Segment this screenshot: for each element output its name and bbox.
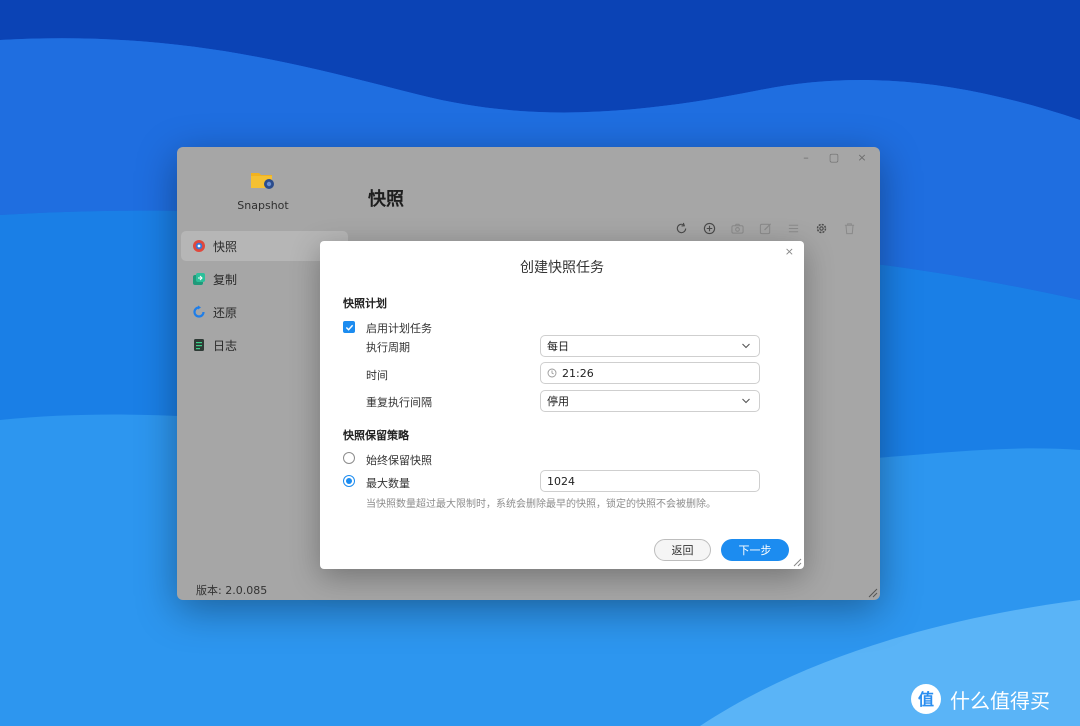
sidebar-item-label: 复制 (213, 272, 238, 287)
retention-section-heading: 快照保留策略 (343, 429, 409, 442)
delete-icon[interactable] (838, 219, 860, 237)
max-count-radio[interactable] (343, 475, 355, 487)
sidebar-item-label: 还原 (213, 305, 238, 320)
sidebar-item-label: 日志 (213, 338, 238, 353)
sidebar-item-label: 快照 (213, 239, 238, 254)
max-count-label: 最大数量 (366, 477, 410, 490)
back-button[interactable]: 返回 (654, 539, 711, 561)
window-controls: – ▢ × (798, 151, 870, 165)
list-icon[interactable] (782, 219, 804, 237)
time-input[interactable]: 21:26 (540, 362, 760, 384)
settings-icon[interactable] (810, 219, 832, 237)
snapshot-app-logo-icon (251, 173, 274, 189)
version-label: 版本: 2.0.085 (196, 584, 268, 597)
keep-always-label: 始终保留快照 (366, 454, 432, 467)
watermark-text: 什么值得买 (950, 688, 1050, 713)
time-label: 时间 (366, 369, 388, 382)
snapshot-icon (191, 238, 207, 254)
dialog-resize-grip-icon[interactable] (792, 557, 802, 567)
repeat-interval-label: 重复执行间隔 (366, 396, 432, 409)
schedule-section-heading: 快照计划 (343, 297, 387, 310)
app-name: Snapshot (237, 199, 289, 212)
page-title: 快照 (368, 189, 404, 210)
period-label: 执行周期 (366, 341, 410, 354)
maximize-button[interactable]: ▢ (826, 151, 842, 165)
log-icon (191, 337, 207, 353)
repeat-interval-value: 停用 (547, 395, 569, 408)
repeat-interval-select[interactable]: 停用 (540, 390, 760, 412)
clock-icon (547, 368, 557, 378)
max-count-value: 1024 (547, 474, 575, 488)
check-icon (345, 324, 353, 331)
watermark-logo-icon: 值 (911, 684, 941, 714)
replicate-icon (191, 271, 207, 287)
close-window-button[interactable]: × (854, 151, 870, 165)
watermark-badge: 值 (918, 690, 934, 709)
period-value: 每日 (547, 340, 569, 353)
max-count-input[interactable]: 1024 (540, 470, 760, 492)
time-value: 21:26 (562, 366, 594, 380)
enable-schedule-label: 启用计划任务 (366, 322, 432, 335)
period-select[interactable]: 每日 (540, 335, 760, 357)
retention-hint: 当快照数量超过最大限制时，系统会删除最早的快照，锁定的快照不会被删除。 (366, 499, 716, 510)
keep-always-radio[interactable] (343, 452, 355, 464)
edit-icon[interactable] (754, 219, 776, 237)
create-snapshot-task-dialog: × 创建快照任务 快照计划 启用计划任务 执行周期 每日 时间 21:26 重复… (320, 241, 804, 569)
toolbar (670, 219, 860, 237)
restore-icon (191, 304, 207, 320)
chevron-down-icon (742, 398, 750, 404)
add-icon[interactable] (698, 219, 720, 237)
next-button[interactable]: 下一步 (721, 539, 789, 561)
dialog-title: 创建快照任务 (520, 260, 604, 276)
refresh-icon[interactable] (670, 219, 692, 237)
resize-grip-icon[interactable] (866, 586, 878, 598)
chevron-down-icon (742, 343, 750, 349)
minimize-button[interactable]: – (798, 151, 814, 165)
watermark: 值 什么值得买 (910, 683, 1050, 715)
enable-schedule-checkbox[interactable] (343, 321, 355, 333)
camera-icon[interactable] (726, 219, 748, 237)
